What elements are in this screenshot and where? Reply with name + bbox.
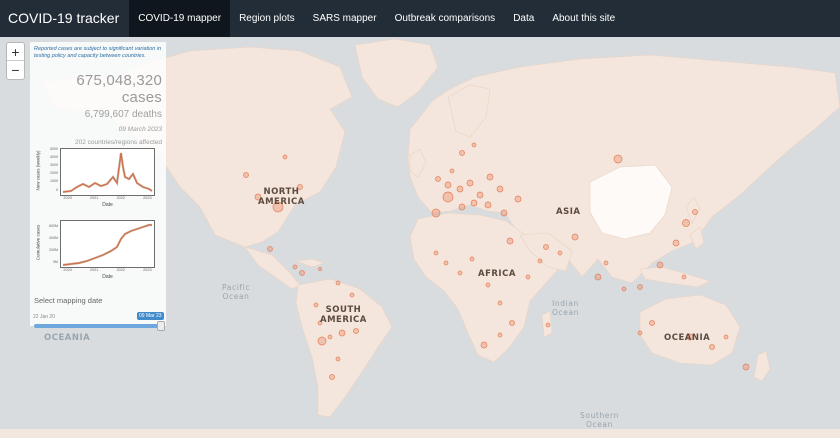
date-slider-track[interactable] bbox=[34, 324, 162, 328]
cumulative-ylabel: Cumulative cases bbox=[35, 224, 41, 261]
new-cases-plot: New cases (weekly) 5000 4000 3000 2000 1… bbox=[34, 146, 155, 210]
label-pacific-ocean: Pacific Ocean bbox=[222, 283, 251, 301]
new-cases-xlabel: Date bbox=[102, 202, 113, 208]
cumulative-line bbox=[62, 223, 152, 267]
label-oceania-left: OCEANIA bbox=[44, 333, 91, 343]
date-slider-handle[interactable] bbox=[157, 321, 165, 331]
label-asia: ASIA bbox=[556, 207, 581, 217]
nav-tab-sars-mapper[interactable]: SARS mapper bbox=[304, 0, 386, 37]
total-cases: 675,048,320 cases bbox=[76, 72, 162, 106]
antarctica bbox=[0, 429, 840, 438]
summary-panel: Reported cases are subject to significan… bbox=[30, 42, 166, 331]
zoom-out-button[interactable]: − bbox=[7, 61, 24, 79]
nav-tab-covid19-mapper[interactable]: COVID-19 mapper bbox=[129, 0, 231, 37]
slider-min-label: 22 Jan 20 bbox=[33, 314, 55, 320]
new-cases-line bbox=[62, 152, 153, 194]
testing-disclaimer: Reported cases are subject to significan… bbox=[34, 46, 162, 59]
label-indian-ocean: Indian Ocean bbox=[552, 299, 579, 317]
new-cases-yticks: 5000 4000 3000 2000 1000 0 bbox=[50, 147, 58, 192]
new-cases-plot-area bbox=[60, 148, 155, 196]
label-africa: AFRICA bbox=[478, 269, 516, 279]
cumulative-plot-area bbox=[60, 220, 155, 268]
label-south-america: SOUTH AMERICA bbox=[320, 305, 367, 325]
current-date: 09 March 2023 bbox=[118, 126, 162, 133]
nav-tab-region-plots[interactable]: Region plots bbox=[230, 0, 304, 37]
label-oceania: OCEANIA bbox=[664, 333, 711, 343]
cumulative-xlabel: Date bbox=[102, 274, 113, 280]
label-southern-ocean: Southern Ocean bbox=[580, 411, 619, 429]
label-north-america: NORTH AMERICA bbox=[258, 187, 305, 207]
nav-tab-about[interactable]: About this site bbox=[543, 0, 624, 37]
total-deaths: 6,799,607 deaths bbox=[84, 109, 162, 120]
nav-tab-data[interactable]: Data bbox=[504, 0, 543, 37]
cumulative-yticks: 600M 400M 200M 0M bbox=[49, 224, 58, 264]
new-cases-ylabel: New cases (weekly) bbox=[35, 150, 41, 191]
zoom-in-button[interactable]: + bbox=[7, 43, 24, 61]
nav-tab-outbreak-comparisons[interactable]: Outbreak comparisons bbox=[386, 0, 505, 37]
slider-value-badge: 09 Mar 23 bbox=[137, 312, 164, 320]
cumulative-cases-plot: Cumulative cases 600M 400M 200M 0M 2020 … bbox=[34, 218, 155, 282]
slider-label: Select mapping date bbox=[34, 296, 103, 305]
top-navbar: COVID-19 tracker COVID-19 mapper Region … bbox=[0, 0, 840, 37]
zoom-control: + − bbox=[6, 42, 25, 80]
app-title[interactable]: COVID-19 tracker bbox=[0, 0, 129, 37]
